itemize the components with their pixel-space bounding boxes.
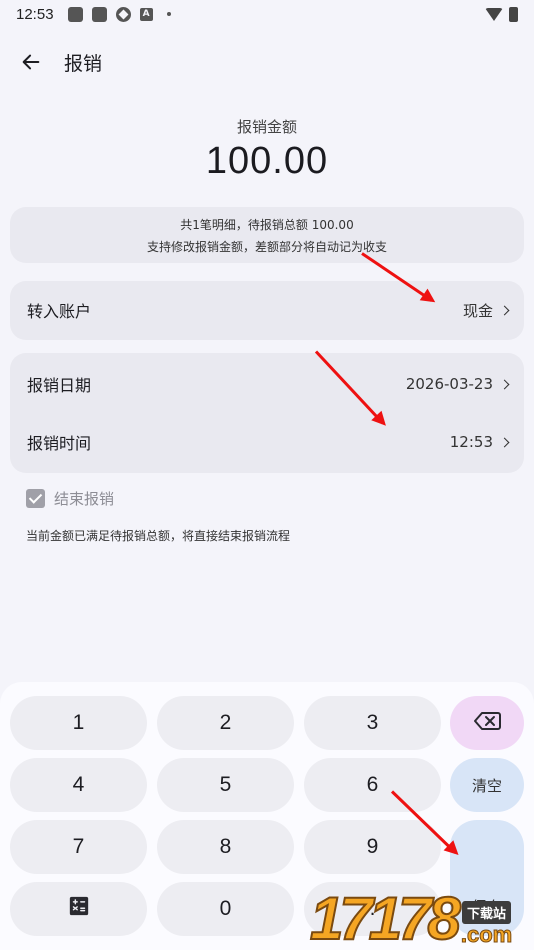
finish-label: 结束报销 — [54, 490, 115, 508]
amount-label: 报销金额 — [236, 118, 297, 136]
notification-app-icon — [91, 6, 107, 22]
status-time: 12:53 — [16, 5, 54, 23]
battery-icon — [509, 6, 518, 22]
key-5[interactable]: 5 — [157, 758, 294, 812]
date-value: 2026-03-23 — [405, 375, 493, 393]
date-time-card: 报销日期 2026-03-23 报销时间 12:53 — [10, 353, 524, 473]
calculator-key[interactable] — [10, 882, 147, 936]
more-notifications-dot-icon — [166, 12, 171, 16]
key-6[interactable]: 6 — [304, 758, 441, 812]
finish-note: 当前金额已满足待报销总额，将直接结束报销流程 — [26, 529, 291, 543]
status-bar: 12:53 A — [0, 0, 534, 28]
finish-checkbox-row[interactable]: 结束报销 — [26, 488, 114, 509]
account-label: 转入账户 — [27, 302, 92, 321]
page-title: 报销 — [64, 52, 103, 75]
app-bar: 报销 — [0, 40, 534, 84]
info-line-total: 共1笔明细，待报销总额 100.00 — [180, 217, 354, 232]
watermark-tag: 下载站 — [462, 901, 512, 924]
time-row[interactable]: 报销时间 12:53 — [10, 413, 524, 471]
chevron-right-icon — [499, 379, 510, 389]
key-7[interactable]: 7 — [10, 820, 147, 874]
key-9[interactable]: 9 — [304, 820, 441, 874]
key-0[interactable]: 0 — [157, 882, 294, 936]
calculator-icon — [68, 895, 90, 923]
info-line-hint: 支持修改报销金额，差额部分将自动记为收支 — [146, 239, 387, 254]
backspace-icon — [473, 711, 501, 735]
date-label: 报销日期 — [27, 376, 92, 395]
clear-button[interactable]: 清空 — [450, 758, 524, 812]
wifi-icon — [485, 7, 503, 21]
account-row[interactable]: 转入账户 现金 — [10, 281, 524, 339]
a-letter-icon: A — [139, 7, 153, 21]
aperture-icon — [115, 6, 131, 22]
chevron-right-icon — [499, 305, 510, 315]
watermark-number: 17178 — [309, 885, 462, 950]
time-value: 12:53 — [449, 433, 493, 451]
key-3[interactable]: 3 — [304, 696, 441, 750]
chevron-right-icon — [499, 437, 510, 447]
back-arrow-icon[interactable] — [18, 49, 44, 75]
watermark-suffix: .com — [460, 922, 513, 947]
notification-app-icon — [67, 6, 83, 22]
date-row[interactable]: 报销日期 2026-03-23 — [10, 355, 524, 413]
key-1[interactable]: 1 — [10, 696, 147, 750]
account-value: 现金 — [462, 301, 493, 320]
key-2[interactable]: 2 — [157, 696, 294, 750]
info-card: 共1笔明细，待报销总额 100.00 支持修改报销金额，差额部分将自动记为收支 — [10, 207, 524, 263]
amount-value: 100.00 — [205, 140, 329, 182]
site-watermark-logo: 17178 下载站 .com — [309, 880, 534, 950]
backspace-button[interactable] — [450, 696, 524, 750]
time-label: 报销时间 — [27, 434, 92, 453]
key-8[interactable]: 8 — [157, 820, 294, 874]
key-4[interactable]: 4 — [10, 758, 147, 812]
finish-checkbox[interactable] — [26, 489, 45, 508]
account-card: 转入账户 现金 — [10, 281, 524, 340]
